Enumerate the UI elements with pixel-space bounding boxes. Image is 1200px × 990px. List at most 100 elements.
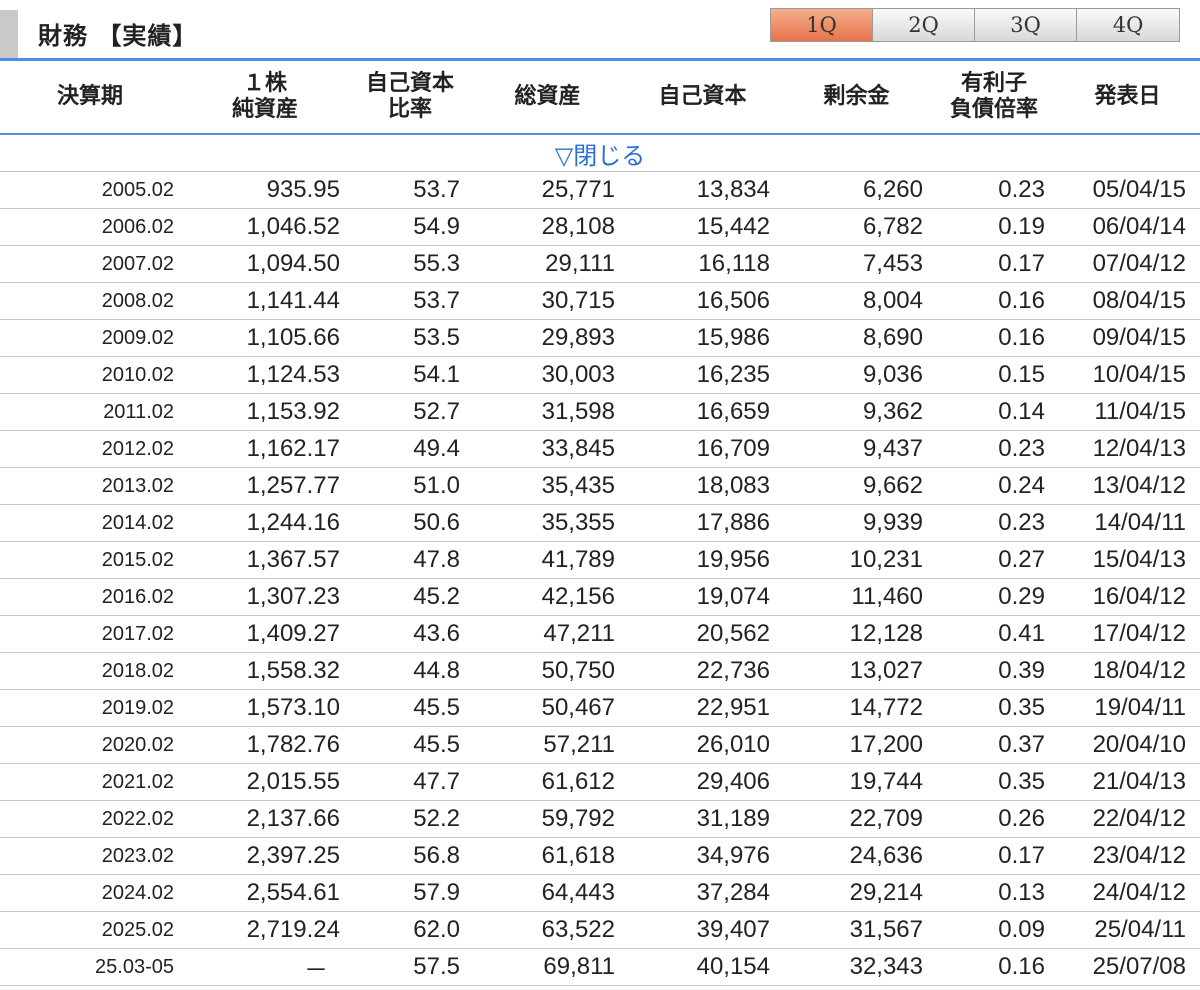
col-announce-date-cell: 06/04/14 <box>1055 208 1200 246</box>
col-announce-date-cell: 13/04/12 <box>1055 467 1200 505</box>
col-equity-cell: 17,886 <box>625 504 780 542</box>
col-retained-earnings-cell: 12,128 <box>780 615 933 653</box>
tab-2q[interactable]: 2Q <box>873 9 975 41</box>
table-header-row: 決算期 １株 純資産 自己資本 比率 総資産 自己資本 剰余金 有利子 負債倍率 発表日 <box>0 61 1200 135</box>
header-label-line: 自己資本 <box>658 84 747 109</box>
tab-4q[interactable]: 4Q <box>1077 9 1179 41</box>
col-announce-date-cell: 21/04/13 <box>1055 763 1200 801</box>
col-total-assets-cell: 28,108 <box>470 208 625 246</box>
col-total-assets-cell: 61,612 <box>470 763 625 801</box>
col-total-assets-cell: 47,211 <box>470 615 625 653</box>
table-row: 2019.02 1,573.10 45.5 50,467 22,951 14,772 0.3… <box>0 689 1200 727</box>
col-equity-ratio-cell: 53.7 <box>350 282 470 320</box>
col-total-assets-header: 総資産 <box>470 61 625 135</box>
col-announce-date-cell: 12/04/13 <box>1055 430 1200 468</box>
col-equity-cell: 19,956 <box>625 541 780 579</box>
col-announce-date-cell: 11/04/15 <box>1055 393 1200 431</box>
table-row: 2005.02 935.95 53.7 25,771 13,834 6,260 0.23 05… <box>0 171 1200 209</box>
col-announce-date-cell: 23/04/12 <box>1055 837 1200 875</box>
col-bps-cell: 1,141.44 <box>180 282 350 320</box>
tab-3q[interactable]: 3Q <box>975 9 1077 41</box>
header-label-line: １株 <box>242 71 287 96</box>
col-de-ratio-cell: 0.09 <box>933 911 1055 949</box>
col-bps-cell: 1,124.53 <box>180 356 350 394</box>
col-equity-cell: 20,562 <box>625 615 780 653</box>
col-period-cell: 2023.02 <box>0 837 180 875</box>
section-header: 財務 【実績】 1Q 2Q 3Q 4Q <box>0 0 1200 58</box>
col-period-cell: 2007.02 <box>0 245 180 283</box>
close-toggle-link[interactable]: ▽閉じる <box>0 134 1200 172</box>
col-period-cell: 2016.02 <box>0 578 180 616</box>
header-label-line: 総資産 <box>514 84 581 109</box>
col-bps-cell: 1,162.17 <box>180 430 350 468</box>
col-equity-header: 自己資本 <box>625 61 780 135</box>
col-period-cell: 2008.02 <box>0 282 180 320</box>
col-period-cell: 2009.02 <box>0 319 180 357</box>
col-announce-date-cell: 22/04/12 <box>1055 800 1200 838</box>
col-equity-ratio-header: 自己資本 比率 <box>350 61 470 135</box>
col-equity-ratio-cell: 47.8 <box>350 541 470 579</box>
col-total-assets-cell: 29,111 <box>470 245 625 283</box>
col-announce-date-cell: 16/04/12 <box>1055 578 1200 616</box>
col-retained-earnings-cell: 32,343 <box>780 948 933 986</box>
col-period-cell: 2012.02 <box>0 430 180 468</box>
col-equity-ratio-cell: 50.6 <box>350 504 470 542</box>
header-label-line: 剰余金 <box>823 84 890 109</box>
col-announce-date-cell: 25/07/08 <box>1055 948 1200 986</box>
col-equity-ratio-cell: 52.7 <box>350 393 470 431</box>
col-de-ratio-cell: 0.23 <box>933 504 1055 542</box>
header-label-line: 自己資本 <box>365 71 454 96</box>
col-bps-cell: 1,105.66 <box>180 319 350 357</box>
col-retained-earnings-cell: 9,036 <box>780 356 933 394</box>
col-bps-cell: 1,153.92 <box>180 393 350 431</box>
col-de-ratio-cell: 0.24 <box>933 467 1055 505</box>
table-row: 2024.02 2,554.61 57.9 64,443 37,284 29,214 0.1… <box>0 874 1200 912</box>
col-de-ratio-header: 有利子 負債倍率 <box>933 61 1055 135</box>
header-label-line: 決算期 <box>56 84 123 109</box>
col-total-assets-cell: 64,443 <box>470 874 625 912</box>
col-equity-ratio-cell: 43.6 <box>350 615 470 653</box>
col-retained-earnings-cell: 31,567 <box>780 911 933 949</box>
col-retained-earnings-cell: 14,772 <box>780 689 933 727</box>
col-equity-ratio-cell: 44.8 <box>350 652 470 690</box>
col-equity-cell: 37,284 <box>625 874 780 912</box>
col-period-cell: 2024.02 <box>0 874 180 912</box>
col-equity-ratio-cell: 51.0 <box>350 467 470 505</box>
col-bps-cell: 935.95 <box>180 171 350 209</box>
col-equity-ratio-cell: 45.5 <box>350 689 470 727</box>
financial-table: 決算期 １株 純資産 自己資本 比率 総資産 自己資本 剰余金 有利子 負債倍率 発表日 ▽閉じる … <box>0 61 1200 986</box>
table-row: 2011.02 1,153.92 52.7 31,598 16,659 9,362 0.14… <box>0 393 1200 431</box>
col-equity-ratio-cell: 62.0 <box>350 911 470 949</box>
col-retained-earnings-cell: 6,782 <box>780 208 933 246</box>
col-bps-cell: 2,554.61 <box>180 874 350 912</box>
col-de-ratio-cell: 0.39 <box>933 652 1055 690</box>
col-equity-ratio-cell: 52.2 <box>350 800 470 838</box>
col-announce-date-cell: 08/04/15 <box>1055 282 1200 320</box>
header-label-line: 負債倍率 <box>949 97 1038 122</box>
col-total-assets-cell: 41,789 <box>470 541 625 579</box>
col-total-assets-cell: 29,893 <box>470 319 625 357</box>
col-equity-cell: 34,976 <box>625 837 780 875</box>
table-row: 2006.02 1,046.52 54.9 28,108 15,442 6,782 0.19… <box>0 208 1200 246</box>
col-equity-ratio-cell: 55.3 <box>350 245 470 283</box>
col-de-ratio-cell: 0.29 <box>933 578 1055 616</box>
table-row: 2017.02 1,409.27 43.6 47,211 20,562 12,128 0.4… <box>0 615 1200 653</box>
col-retained-earnings-cell: 11,460 <box>780 578 933 616</box>
col-equity-ratio-cell: 49.4 <box>350 430 470 468</box>
col-total-assets-cell: 57,211 <box>470 726 625 764</box>
col-equity-cell: 22,736 <box>625 652 780 690</box>
col-equity-ratio-cell: 45.2 <box>350 578 470 616</box>
col-de-ratio-cell: 0.26 <box>933 800 1055 838</box>
col-retained-earnings-cell: 10,231 <box>780 541 933 579</box>
col-de-ratio-cell: 0.35 <box>933 689 1055 727</box>
col-announce-date-cell: 17/04/12 <box>1055 615 1200 653</box>
col-period-cell: 2006.02 <box>0 208 180 246</box>
col-period-cell: 2005.02 <box>0 171 180 209</box>
col-retained-earnings-cell: 9,939 <box>780 504 933 542</box>
header-label-line: 有利子 <box>960 71 1027 96</box>
col-period-cell: 2022.02 <box>0 800 180 838</box>
col-announce-date-cell: 15/04/13 <box>1055 541 1200 579</box>
col-period-cell: 2014.02 <box>0 504 180 542</box>
col-retained-earnings-cell: 22,709 <box>780 800 933 838</box>
tab-1q[interactable]: 1Q <box>771 9 873 41</box>
